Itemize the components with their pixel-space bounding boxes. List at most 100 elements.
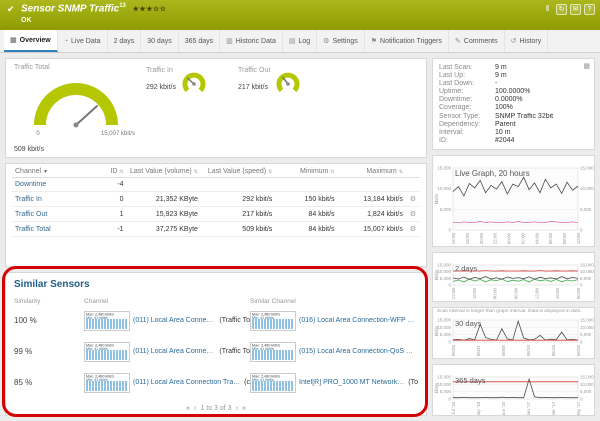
- detail-value: SNMP Traffic 32bit: [495, 113, 553, 121]
- priority-stars-icon[interactable]: ★★★☆☆: [133, 6, 167, 13]
- svg-text:15,000: 15,000: [437, 263, 451, 268]
- live-graph-panel[interactable]: 15,00015,00010,00010,0005,0005,0000016:0…: [432, 155, 595, 247]
- col-minimum-header[interactable]: Minimum ⇅: [275, 166, 337, 178]
- channel-header: Channel: [84, 298, 250, 305]
- svg-text:06/15: 06/15: [551, 345, 556, 357]
- similar-channel-mini-graph[interactable]: Max: 2,480 kbit/sMin: 41 kbit/s: [250, 311, 296, 331]
- tab-settings[interactable]: ⚙Settings: [317, 30, 365, 52]
- tab-30-days[interactable]: 30 days: [141, 30, 179, 52]
- mail-icon[interactable]: ✉: [570, 4, 581, 15]
- col-last-value-speed-header[interactable]: Last Value (speed) ⇅: [201, 166, 275, 178]
- similar-channel-mini-graph[interactable]: Max: 2,480 kbit/sMin: 41 kbit/s: [250, 373, 296, 393]
- table-view-icon[interactable]: ▦: [583, 62, 590, 70]
- sort-icon: ⇅: [119, 169, 123, 175]
- channel-mini-graph[interactable]: Max: 2,480 kbit/sMin: 41 kbit/s: [84, 311, 130, 331]
- next-page-icon[interactable]: ›: [236, 405, 238, 412]
- tab-historic-data[interactable]: ▥Historic Data: [220, 30, 283, 52]
- first-page-icon[interactable]: «: [186, 405, 190, 412]
- traffic-in-label: Traffic In: [146, 67, 176, 74]
- graph-2-days-title: 2 days: [455, 264, 477, 273]
- similar-sensors-title: Similar Sensors: [14, 279, 418, 290]
- similarity-value: 85 %: [14, 378, 84, 387]
- svg-text:10,000: 10,000: [580, 186, 594, 191]
- minimum-value: 84 kbit/s: [275, 207, 337, 222]
- svg-text:5,000: 5,000: [580, 207, 592, 212]
- live-gauge-icon: ◔: [64, 38, 68, 45]
- svg-text:0: 0: [580, 340, 583, 345]
- detail-label: Last Scan:: [439, 64, 495, 72]
- settings-gear-icon: ⚙: [323, 37, 329, 45]
- svg-text:0: 0: [448, 228, 451, 233]
- tab-comments[interactable]: ✎Comments: [449, 30, 505, 52]
- tab-live-data[interactable]: ◔Live Data: [58, 30, 108, 52]
- help-icon[interactable]: ?: [584, 4, 595, 15]
- wrench-icon[interactable]: ⚙: [406, 192, 420, 207]
- detail-value: #2044: [495, 137, 514, 145]
- svg-text:05/31: 05/31: [476, 345, 481, 357]
- prev-page-icon[interactable]: ‹: [194, 405, 196, 412]
- graph-365-days-chart: 15,00015,00010,00010,0005,0005,00000Jul …: [433, 365, 594, 415]
- channel-link[interactable]: (011) Local Area Connection Traffic: [133, 317, 216, 324]
- col-maximum-header[interactable]: Maximum ⇅: [338, 166, 406, 178]
- similar-channel-mini-graph[interactable]: Max: 2,480 kbit/sMin: 41 kbit/s: [250, 342, 296, 362]
- tab-notification-triggers[interactable]: ⚑Notification Triggers: [365, 30, 449, 52]
- graph-30-days-panel[interactable]: Scan interval is longer than graph inter…: [432, 307, 595, 359]
- tab-2-days[interactable]: 2 days: [108, 30, 142, 52]
- similarity-value: 99 %: [14, 347, 84, 356]
- gauge-min-label: 0: [36, 131, 40, 137]
- sort-icon: ⇅: [330, 169, 334, 175]
- similar-channel-link[interactable]: (015) Local Area Connection-QoS Packet S…: [299, 348, 415, 355]
- similar-channel-link[interactable]: Intel[R] PRO_1000 MT Network Connection: [299, 379, 405, 386]
- pause-icon[interactable]: ‖: [542, 4, 553, 15]
- svg-text:0: 0: [448, 397, 451, 402]
- detail-label: Last Down:: [439, 80, 495, 88]
- thumb-max-label: Max: 2,480 kbit/s: [252, 344, 280, 348]
- graph-2-days-panel[interactable]: 15,00015,00010,00010,0005,0005,0000012:0…: [432, 252, 595, 302]
- last-page-icon[interactable]: »: [242, 405, 246, 412]
- last-value-speed: 292 kbit/s: [201, 192, 275, 207]
- svg-text:00:00: 00:00: [493, 288, 498, 300]
- svg-text:15,000: 15,000: [580, 166, 594, 171]
- wrench-icon[interactable]: [406, 178, 420, 192]
- svg-text:18:00: 18:00: [465, 233, 470, 245]
- maximum-value: [338, 178, 406, 192]
- detail-value: 9 m: [495, 64, 507, 72]
- channel-link[interactable]: (011) Local Area Connection Traffic: [133, 348, 216, 355]
- col-last-value-volume-header[interactable]: Last Value (volume) ⇅: [127, 166, 201, 178]
- last-value-volume: 21,352 KByte: [127, 192, 201, 207]
- wrench-icon[interactable]: ⚙: [406, 207, 420, 222]
- tab-label: Log: [298, 38, 310, 45]
- last-value-volume: [127, 178, 201, 192]
- thumb-max-label: Max: 2,480 kbit/s: [86, 375, 114, 379]
- wrench-icon[interactable]: ⚙: [406, 222, 420, 237]
- channel-link[interactable]: (011) Local Area Connection Traffic: [133, 379, 241, 386]
- channel-name[interactable]: Downtime: [12, 178, 96, 192]
- channel-name[interactable]: Traffic In: [12, 192, 96, 207]
- page-title: Sensor SNMP Traffic: [21, 3, 119, 14]
- similar-channel-link[interactable]: (016) Local Area Connection-WFP LightWei…: [299, 317, 415, 324]
- col-channel-header[interactable]: Channel ▼: [12, 166, 96, 178]
- tab-365-days[interactable]: 365 days: [179, 30, 220, 52]
- last-value-speed: 509 kbit/s: [201, 222, 275, 237]
- svg-text:15,000: 15,000: [580, 263, 594, 268]
- detail-value: 100.0000%: [495, 88, 530, 96]
- channel-mini-graph[interactable]: Max: 2,480 kbit/sMin: 41 kbit/s: [84, 373, 130, 393]
- minimum-value: [275, 178, 337, 192]
- tab-overview[interactable]: ▦Overview: [4, 30, 58, 52]
- gauge-needle: [76, 106, 97, 125]
- channel-mini-graph[interactable]: Max: 2,480 kbit/sMin: 41 kbit/s: [84, 342, 130, 362]
- graph-365-days-panel[interactable]: 15,00015,00010,00010,0005,0005,00000Jul …: [432, 364, 595, 416]
- comments-icon: ✎: [455, 37, 461, 45]
- col-id-header[interactable]: ID ⇅: [96, 166, 126, 178]
- thumb-min-label: Min: 41 kbit/s: [252, 378, 280, 382]
- tab-bar: ▦Overview ◔Live Data 2 days 30 days 365 …: [0, 30, 600, 53]
- channel-suffix: (Traffic To: [219, 317, 250, 324]
- channel-table-panel: Channel ▼ ID ⇅ Last Value (volume) ⇅ Las…: [5, 163, 427, 267]
- channel-name[interactable]: Traffic Total: [12, 222, 96, 237]
- refresh-icon[interactable]: ↻: [556, 4, 567, 15]
- tab-history[interactable]: ↺History: [505, 30, 549, 52]
- tab-log[interactable]: ▤Log: [283, 30, 317, 52]
- svg-text:kbit/s: kbit/s: [434, 193, 439, 204]
- channel-name[interactable]: Traffic Out: [12, 207, 96, 222]
- col-label: Maximum: [366, 168, 396, 175]
